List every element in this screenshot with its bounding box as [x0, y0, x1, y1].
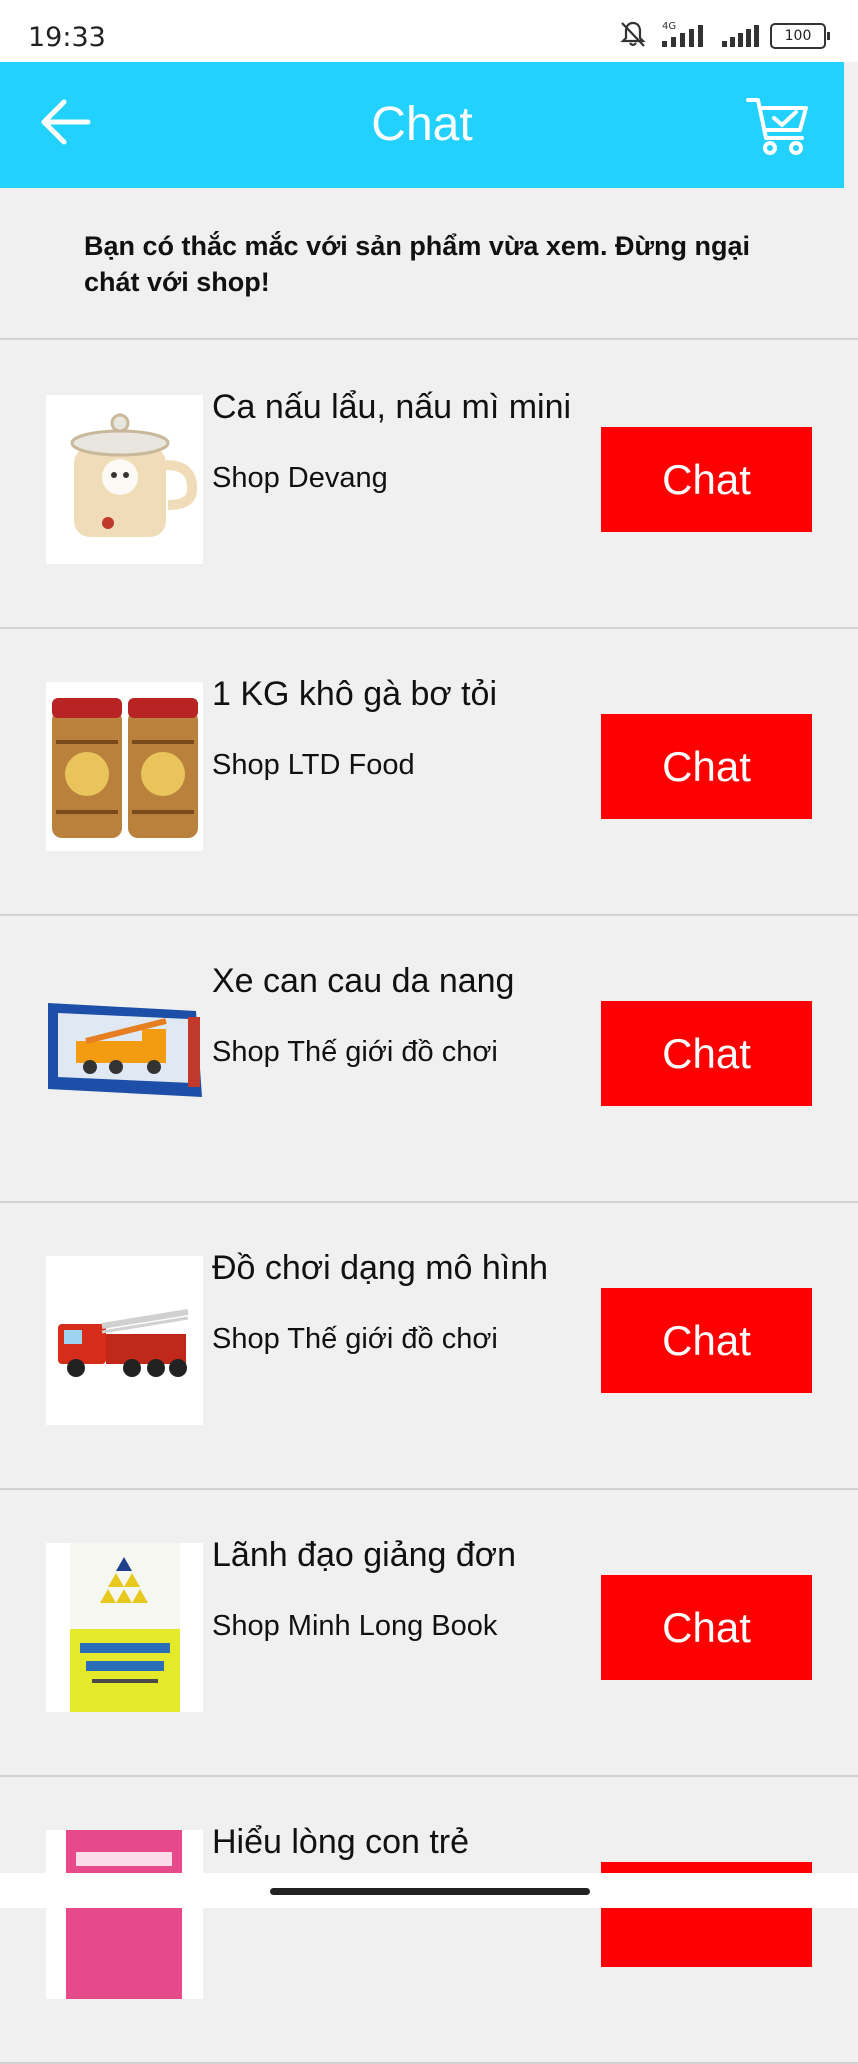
list-item: 1 KG khô gà bơ tỏi Shop LTD Food Chat: [0, 629, 858, 916]
product-name[interactable]: Ca nấu lẩu, nấu mì mini: [212, 388, 571, 427]
status-time: 19:33: [28, 22, 106, 53]
product-name[interactable]: Lãnh đạo giảng đơn: [212, 1536, 516, 1575]
chat-button[interactable]: Chat: [601, 427, 812, 532]
shop-name[interactable]: Shop Thế giới đồ chơi: [212, 1323, 498, 1356]
product-image-crane-truck[interactable]: [46, 969, 203, 1138]
shop-name[interactable]: Shop Minh Long Book: [212, 1610, 497, 1643]
back-button[interactable]: [36, 92, 96, 152]
chat-button[interactable]: Chat: [601, 1288, 812, 1393]
list-item: Ca nấu lẩu, nấu mì mini Shop Devang Chat: [0, 342, 858, 629]
list-item: Đồ chơi dạng mô hình Shop Thế giới đồ ch…: [0, 1203, 858, 1490]
chat-button[interactable]: Chat: [601, 1575, 812, 1680]
product-name[interactable]: Xe can cau da nang: [212, 962, 514, 1001]
intro-section: Bạn có thắc mắc với sản phẩm vừa xem. Đừ…: [0, 188, 858, 340]
shop-name[interactable]: Shop Thế giới đồ chơi: [212, 1036, 498, 1069]
product-image-chicken-jars[interactable]: [46, 682, 203, 851]
bell-off-icon: [618, 19, 648, 54]
signal-4g-icon: 4G: [658, 19, 710, 54]
arrow-left-icon: [41, 99, 91, 145]
chat-button[interactable]: Chat: [601, 714, 812, 819]
list-item: Xe can cau da nang Shop Thế giới đồ chơi…: [0, 916, 858, 1203]
product-image-pink-book[interactable]: [46, 1830, 203, 1999]
shop-name[interactable]: Shop LTD Food: [212, 749, 415, 782]
home-indicator[interactable]: [270, 1888, 590, 1895]
chat-button[interactable]: Chat: [601, 1001, 812, 1106]
battery-icon: 100: [770, 23, 830, 49]
shopping-cart-check-icon: [746, 98, 808, 155]
product-name[interactable]: Hiểu lòng con trẻ: [212, 1823, 469, 1862]
cart-button[interactable]: [744, 92, 812, 160]
signal-icon: [720, 19, 760, 54]
status-icons: 4G 100: [618, 19, 830, 54]
list-item: Hiểu lòng con trẻ: [0, 1777, 858, 2064]
product-image-leadership-book[interactable]: [46, 1543, 203, 1712]
product-image-fire-truck[interactable]: [46, 1256, 203, 1425]
svg-text:4G: 4G: [662, 21, 676, 32]
product-image-electric-pot[interactable]: [46, 395, 203, 564]
intro-text: Bạn có thắc mắc với sản phẩm vừa xem. Đừ…: [84, 231, 750, 297]
app-bar: Chat: [0, 62, 844, 188]
shop-name[interactable]: Shop Devang: [212, 462, 388, 495]
list-item: Lãnh đạo giảng đơn Shop Minh Long Book C…: [0, 1490, 858, 1777]
product-name[interactable]: 1 KG khô gà bơ tỏi: [212, 675, 497, 714]
product-list: Ca nấu lẩu, nấu mì mini Shop Devang Chat…: [0, 342, 858, 2064]
page-title: Chat: [371, 98, 473, 151]
product-name[interactable]: Đồ chơi dạng mô hình: [212, 1249, 548, 1288]
status-bar: 19:33 4G 100: [0, 0, 858, 62]
